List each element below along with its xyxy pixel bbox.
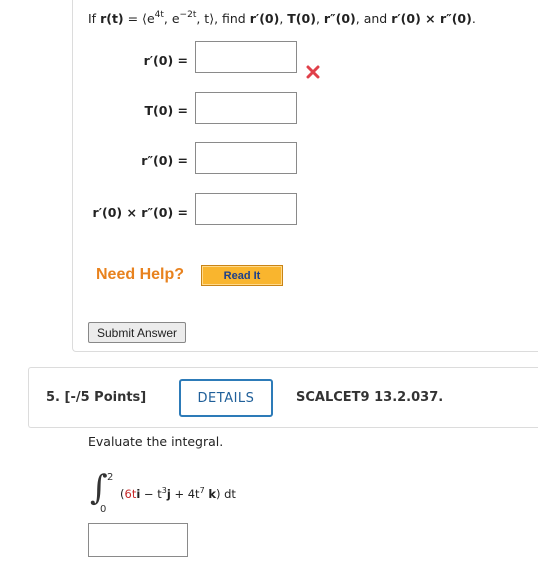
- r-double-prime-0-input[interactable]: [195, 142, 297, 174]
- integral-sign-icon: ∫: [90, 468, 108, 508]
- r-prime-0-input[interactable]: [195, 41, 297, 73]
- course-code: SCALCET9 13.2.037.: [296, 390, 444, 405]
- cross-product-label: r′(0) × r″(0) =: [92, 205, 188, 220]
- integral-upper-limit: 2: [107, 472, 114, 483]
- integral-expression: ∫ 2 0 (6ti − t3j + 4t7 k) dt: [90, 468, 390, 515]
- integral-lower-limit: 0: [100, 504, 107, 515]
- T-0-label: T(0) =: [144, 103, 188, 118]
- question-5-title: 5. [-/5 Points]: [46, 390, 147, 405]
- read-it-button[interactable]: Read It: [201, 265, 283, 286]
- incorrect-x-icon: [306, 65, 320, 79]
- integrand: (6ti − t3j + 4t7 k) dt: [120, 486, 236, 501]
- question-5-instruction: Evaluate the integral.: [88, 434, 224, 449]
- details-button[interactable]: DETAILS: [179, 379, 273, 417]
- cross-product-input[interactable]: [195, 193, 297, 225]
- T-0-input[interactable]: [195, 92, 297, 124]
- submit-answer-button[interactable]: Submit Answer: [88, 322, 186, 343]
- need-help-label: Need Help?: [96, 266, 185, 283]
- question-4-prompt: If r(t) = ⟨e4t, e−2t, t⟩, find r′(0), T(…: [88, 10, 476, 26]
- integral-answer-input[interactable]: [88, 523, 188, 557]
- r-double-prime-0-label: r″(0) =: [141, 153, 188, 168]
- r-prime-0-label: r′(0) =: [143, 53, 188, 68]
